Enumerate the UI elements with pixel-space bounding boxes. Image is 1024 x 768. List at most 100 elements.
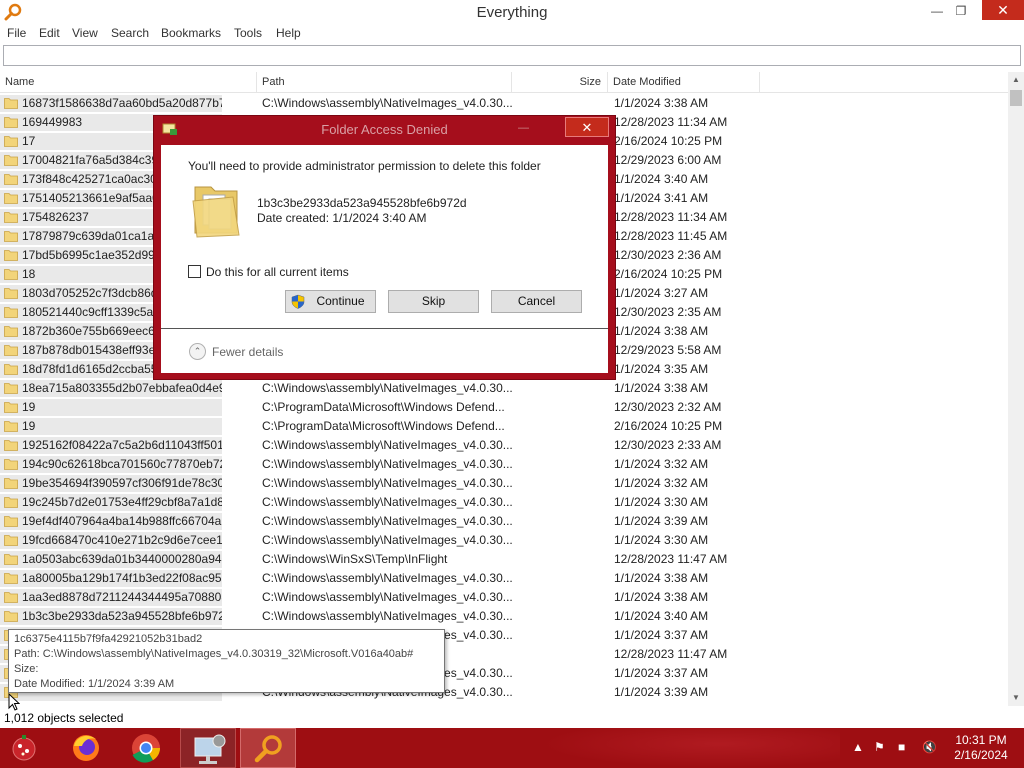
table-row[interactable]: 1a80005ba129b174f1b3ed22f08ac95d C:\Windo… [0,569,1008,588]
dialog-folder-name: 1b3c3be2933da523a945528bfe6b972d [257,196,467,210]
continue-button[interactable]: Continue [285,290,376,313]
cell-date-modified: 12/30/2023 2:35 AM [614,305,722,319]
table-row[interactable]: 19c245b7d2e01753e4ff29cbf8a7a1d8 C:\Windo… [0,493,1008,512]
cell-name: 1a0503abc639da01b3440000280a9409 [22,552,222,566]
do-for-all-label[interactable]: Do this for all current items [206,265,349,279]
column-header-date-modified[interactable]: Date Modified [608,72,760,92]
folder-icon [4,269,18,280]
cell-path: C:\Windows\assembly\NativeImages_v4.0.30… [262,533,512,547]
cell-date-modified: 1/1/2024 3:38 AM [614,571,709,585]
cell-date-modified: 1/1/2024 3:30 AM [614,533,709,547]
large-folder-icon [192,186,240,238]
cell-date-modified: 12/28/2023 11:47 AM [614,647,728,661]
scroll-up-arrow-icon[interactable]: ▲ [1008,72,1024,88]
column-header-name[interactable]: Name [0,72,257,92]
cell-path: C:\ProgramData\Microsoft\Windows Defend.… [262,419,505,433]
volume-muted-icon[interactable]: 🔇 [922,740,937,754]
cell-date-modified: 1/1/2024 3:39 AM [614,514,709,528]
taskbar-clock[interactable]: 10:31 PM 2/16/2024 [948,733,1014,763]
folder-icon [4,307,18,318]
folder-icon [4,193,18,204]
scroll-thumb[interactable] [1010,90,1022,106]
column-header-size[interactable]: Size [512,72,608,92]
folder-icon [4,573,18,584]
action-center-flag-icon[interactable]: ⚑ [874,740,885,754]
cell-date-modified: 12/29/2023 5:58 AM [614,343,722,357]
dialog-separator [161,328,608,329]
show-hidden-icons-icon[interactable]: ▲ [852,740,864,754]
dialog-minimize-button[interactable]: — [518,122,529,134]
cell-date-modified: 12/30/2023 2:33 AM [614,438,722,452]
cell-date-modified: 1/1/2024 3:40 AM [614,172,709,186]
cell-path: C:\Windows\WinSxS\Temp\InFlight [262,552,448,566]
folder-icon [4,288,18,299]
taskbar-firefox[interactable] [58,728,114,768]
cell-date-modified: 12/28/2023 11:45 AM [614,229,728,243]
cancel-button[interactable]: Cancel [491,290,582,313]
menu-bookmarks[interactable]: Bookmarks [161,26,221,40]
table-row[interactable]: 1aa3ed8878d7211244344495a7088085 C:\Windo… [0,588,1008,607]
fewer-details-toggle[interactable]: Fewer details [212,345,283,359]
table-row[interactable]: 1925162f08422a7c5a2b6d11043ff501 C:\Windo… [0,436,1008,455]
cell-path: C:\Windows\assembly\NativeImages_v4.0.30… [262,495,512,509]
scroll-down-arrow-icon[interactable]: ▼ [1008,690,1024,706]
cell-path: C:\Windows\assembly\NativeImages_v4.0.30… [262,457,512,471]
taskbar-chrome[interactable] [118,728,174,768]
start-icon[interactable] [6,732,42,764]
dialog-date-created: Date created: 1/1/2024 3:40 AM [257,211,427,225]
chevron-up-icon[interactable]: ⌃ [189,343,206,360]
table-row[interactable]: 19fcd668470c410e271b2c9d6e7cee13 C:\Windo… [0,531,1008,550]
search-input[interactable] [3,45,1021,66]
table-row[interactable]: 16873f1586638d7aa60bd5a20d877b7e C:\Windo… [0,94,1008,113]
folder-icon [4,136,18,147]
menu-edit[interactable]: Edit [39,26,60,40]
cell-name: 19ef4df407964a4ba14b988ffc66704a [22,514,222,528]
maximize-button[interactable]: ❐ [946,0,976,22]
menu-view[interactable]: View [72,26,98,40]
folder-icon [4,592,18,603]
title-bar: Everything — ❐ ✕ [0,0,1024,24]
cell-name: 1aa3ed8878d7211244344495a7088085 [22,590,222,604]
uac-shield-icon [291,294,305,309]
vertical-scrollbar[interactable]: ▲ ▼ [1008,72,1024,706]
cell-date-modified: 1/1/2024 3:32 AM [614,457,709,471]
skip-button[interactable]: Skip [388,290,479,313]
cell-name: 1925162f08422a7c5a2b6d11043ff501 [22,438,222,452]
header-divider [0,92,1008,93]
table-row[interactable]: 19ef4df407964a4ba14b988ffc66704a C:\Windo… [0,512,1008,531]
table-row[interactable]: 18ea715a803355d2b07ebbafea0d4e9a C:\Windo… [0,379,1008,398]
table-row[interactable]: 19be354694f390597cf306f91de78c30 C:\Windo… [0,474,1008,493]
cell-date-modified: 12/28/2023 11:34 AM [614,210,728,224]
table-row[interactable]: 1b3c3be2933da523a945528bfe6b972d C:\Windo… [0,607,1008,626]
do-for-all-checkbox[interactable] [188,265,201,278]
menu-search[interactable]: Search [111,26,149,40]
menu-help[interactable]: Help [276,26,301,40]
close-button[interactable]: ✕ [982,0,1024,20]
cell-name: 194c90c62618bca701560c77870eb725 [22,457,222,471]
table-row[interactable]: 1a0503abc639da01b3440000280a9409 C:\Windo… [0,550,1008,569]
dialog-title: Folder Access Denied [321,122,448,137]
taskbar-everything[interactable] [240,728,296,768]
taskbar-network-settings[interactable] [180,728,236,768]
folder-icon [4,554,18,565]
cell-name: 19 [22,419,36,433]
network-icon[interactable]: ■ [898,740,905,754]
folder-icon [4,345,18,356]
cell-date-modified: 1/1/2024 3:38 AM [614,324,709,338]
folder-icon [4,155,18,166]
firefox-icon [73,735,99,761]
menu-bar: File Edit View Search Bookmarks Tools He… [0,24,1024,42]
table-row[interactable]: 19 C:\ProgramData\Microsoft\Windows Defen… [0,398,1008,417]
tooltip-size: Size: [14,663,39,675]
cell-date-modified: 12/28/2023 11:47 AM [614,552,728,566]
cell-date-modified: 12/29/2023 6:00 AM [614,153,722,167]
cell-path: C:\Windows\assembly\NativeImages_v4.0.30… [262,590,512,604]
menu-tools[interactable]: Tools [234,26,262,40]
table-row[interactable]: 194c90c62618bca701560c77870eb725 C:\Windo… [0,455,1008,474]
dialog-close-button[interactable]: ✕ [565,117,609,137]
clock-time: 10:31 PM [955,733,1007,747]
menu-file[interactable]: File [7,26,26,40]
folder-icon [4,98,18,109]
column-header-path[interactable]: Path [257,72,512,92]
table-row[interactable]: 19 C:\ProgramData\Microsoft\Windows Defen… [0,417,1008,436]
